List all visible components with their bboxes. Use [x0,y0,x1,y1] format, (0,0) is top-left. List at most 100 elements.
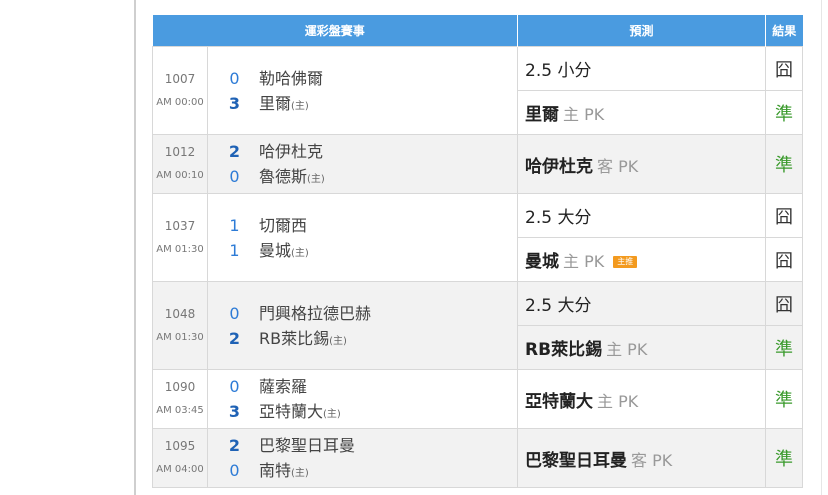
teams-cell: 0 門興格拉德巴赫 2 RB萊比錫(主) [206,281,519,370]
home-team-name: 曼城 [259,240,292,260]
prediction-side: 主 PK [606,340,648,359]
match-id-cell: 1090 AM 03:45 [152,369,208,429]
match-id-cell: 1048 AM 01:30 [152,281,208,370]
prediction-side: 客 PK [631,450,673,470]
home-team-name: 里爾 [259,93,292,113]
left-column-divider [134,0,136,495]
away-team-line: 2 巴黎聖日耳曼 [228,433,517,458]
result-cell: 囧 [765,281,804,326]
prediction-team: 哈伊杜克 [525,156,594,177]
home-score: 3 [228,93,241,113]
prediction-side: 主 PK [563,252,605,271]
prediction-side: 主 PK [597,391,639,411]
away-team-name: 門興格拉德巴赫 [259,303,372,323]
table-row: 1012 AM 00:10 2 哈伊杜克 0 魯德斯(主) 哈伊杜克客 PK 準 [152,134,804,194]
away-score: 2 [228,436,241,455]
home-team-name: 魯德斯 [259,167,308,186]
prediction-cell: 2.5 大分 [517,193,767,238]
game-number: 1090 [164,380,196,394]
host-mark: (主) [307,174,325,185]
prediction-cell: 里爾主 PK [517,90,767,135]
away-score: 0 [229,377,240,396]
teams-cell: 0 薩索羅 3 亞特蘭大(主) [206,369,519,429]
prediction-team: 曼城 [525,252,560,272]
game-time: AM 03:45 [156,405,204,416]
home-score: 1 [229,240,240,260]
game-time: AM 00:10 [156,170,204,181]
teams-cell: 0 勒哈佛爾 3 里爾(主) [206,46,519,135]
away-team-name: 薩索羅 [259,377,308,396]
game-time: AM 01:30 [156,243,204,255]
home-team-name: 南特 [259,461,292,480]
prediction-team: 巴黎聖日耳曼 [525,450,628,471]
prediction-side: 主 PK [563,105,605,124]
away-score: 0 [229,68,240,88]
prediction-text: 2.5 大分 [525,296,592,316]
home-team-line: 1 曼城(主) [228,238,517,263]
result-cell: 準 [765,428,804,488]
prediction-cell: 2.5 大分 [517,281,767,326]
away-team-name: 勒哈佛爾 [259,68,324,88]
match-id-cell: 1012 AM 00:10 [152,134,208,194]
prediction-cell: 巴黎聖日耳曼客 PK [517,428,767,488]
table-row: 1007 AM 00:00 0 勒哈佛爾 3 里爾(主) 2.5 小分囧 [152,46,804,135]
away-team-line: 0 門興格拉德巴赫 [228,301,517,326]
home-team-name: 亞特蘭大 [259,402,324,421]
prediction-team: 里爾 [525,105,560,125]
prediction-cell: 2.5 小分 [517,46,767,91]
game-number: 1037 [164,218,196,233]
game-number: 1048 [164,306,196,321]
prediction-team: RB萊比錫 [525,340,603,360]
away-team-line: 2 哈伊杜克 [228,139,517,164]
game-number: 1012 [164,145,196,159]
home-score: 2 [228,328,241,348]
prediction-side: 客 PK [597,156,639,176]
match-id-cell: 1095 AM 04:00 [152,428,208,488]
away-team-line: 0 薩索羅 [228,374,517,399]
game-number: 1007 [164,71,196,86]
home-score: 0 [229,167,240,186]
teams-cell: 1 切爾西 1 曼城(主) [206,193,519,282]
teams-cell: 2 哈伊杜克 0 魯德斯(主) [206,134,519,194]
match-id-cell: 1037 AM 01:30 [152,193,208,282]
result-cell: 準 [765,369,804,429]
away-score: 0 [229,303,240,323]
table-row: 1090 AM 03:45 0 薩索羅 3 亞特蘭大(主) 亞特蘭大主 PK 準 [152,369,804,429]
prediction-cell: 曼城主 PK 主推 [517,237,767,282]
result-cell: 囧 [765,46,804,91]
away-team-line: 1 切爾西 [228,213,517,238]
prediction-column-header: 預測 [517,15,767,47]
home-team-line: 0 南特(主) [228,458,517,483]
result-cell: 囧 [765,193,804,238]
teams-cell: 2 巴黎聖日耳曼 0 南特(主) [206,428,519,488]
home-team-name: RB萊比錫 [259,328,330,348]
home-team-line: 3 亞特蘭大(主) [228,399,517,424]
result-cell: 準 [765,134,804,194]
away-team-line: 0 勒哈佛爾 [228,66,517,91]
home-team-line: 3 里爾(主) [228,91,517,116]
result-cell: 準 [765,325,804,370]
prediction-team: 亞特蘭大 [525,391,594,412]
home-score: 0 [229,461,240,480]
match-rows: 1007 AM 00:00 0 勒哈佛爾 3 里爾(主) 2.5 小分囧里爾主 PK 準 101… [152,46,804,488]
away-score: 1 [229,215,240,235]
game-number: 1095 [164,439,196,453]
away-team-name: 切爾西 [259,215,308,235]
game-time: AM 00:00 [156,96,204,108]
result-column-header: 結果 [765,15,803,47]
result-cell: 囧 [765,237,804,282]
prediction-text: 2.5 大分 [525,208,592,228]
prediction-cell: 哈伊杜克客 PK [517,134,767,194]
prediction-text: 2.5 小分 [525,61,592,81]
host-mark: (主) [323,409,341,420]
lottery-prediction-table: 運彩盤賽事 預測 結果 1007 AM 00:00 0 勒哈佛爾 3 里爾(主) 2.5 小… [152,15,804,488]
prediction-cell: 亞特蘭大主 PK [517,369,767,429]
featured-pick-badge: 主推 [613,256,638,268]
table-row: 1095 AM 04:00 2 巴黎聖日耳曼 0 南特(主) 巴黎聖日耳曼客 PK 準 [152,428,804,488]
result-cell: 準 [765,90,804,135]
game-time: AM 04:00 [156,464,204,475]
away-team-name: 巴黎聖日耳曼 [259,436,356,455]
game-time: AM 01:30 [156,331,204,343]
host-mark: (主) [291,247,309,259]
home-team-line: 2 RB萊比錫(主) [228,326,517,351]
